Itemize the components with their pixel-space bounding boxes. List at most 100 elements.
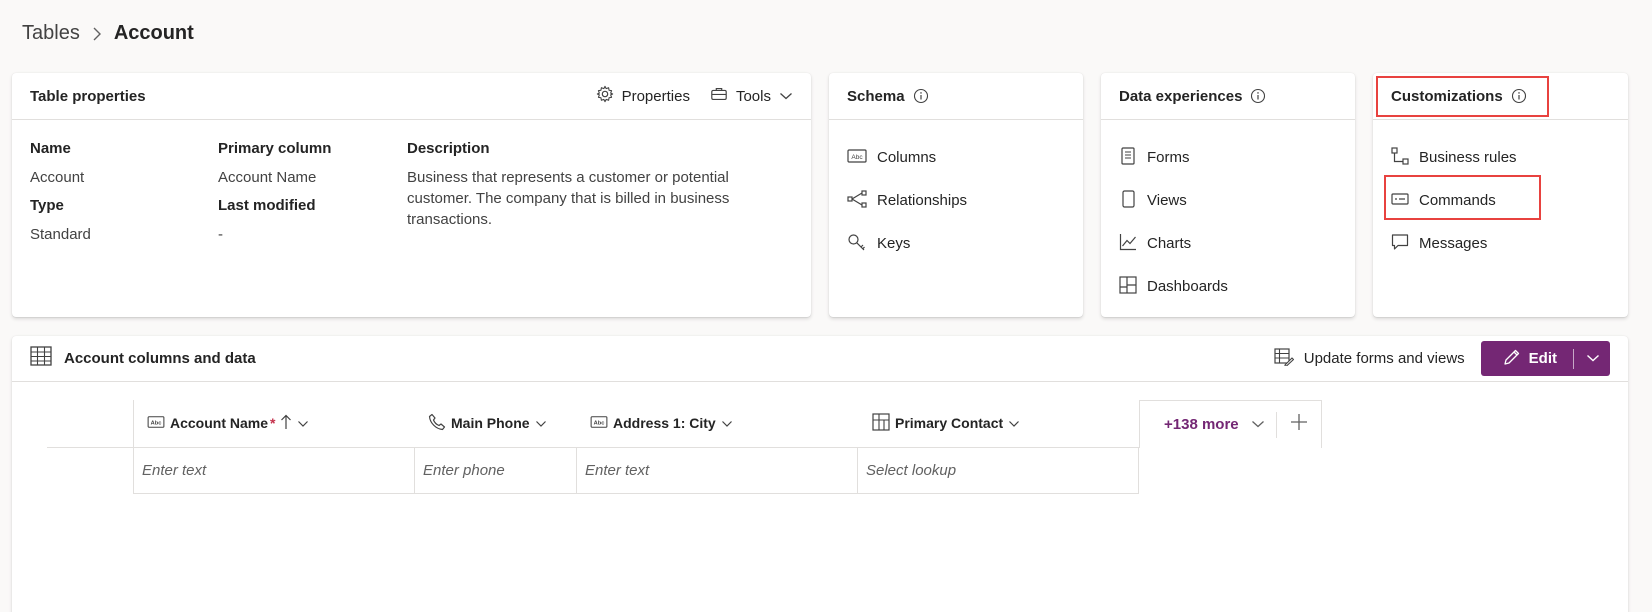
custom-item-messages[interactable]: Messages <box>1391 222 1610 265</box>
schema-item-relationships[interactable]: Relationships <box>847 179 1065 222</box>
type-label: Type <box>30 197 64 214</box>
data-section-title: Account columns and data <box>64 350 256 367</box>
lookup-icon <box>872 412 890 434</box>
data-exp-item-label: Forms <box>1147 149 1190 166</box>
data-exp-item-label: Views <box>1147 192 1187 209</box>
tools-button[interactable]: Tools <box>710 85 793 107</box>
column-header-label: Primary Contact <box>895 415 1004 431</box>
data-exp-item-label: Dashboards <box>1147 278 1228 295</box>
data-exp-item-label: Charts <box>1147 235 1192 252</box>
last-modified-label: Last modified <box>218 197 316 214</box>
breadcrumb-current: Account <box>113 22 194 44</box>
schema-card: Schema Abc Columns Relationships Keys <box>829 73 1083 317</box>
grid-col-divider <box>857 448 858 494</box>
schema-item-keys[interactable]: Keys <box>847 222 1065 265</box>
table-properties-header: Table properties Properties Tools <box>12 73 811 120</box>
description-label: Description <box>407 140 490 157</box>
primary-column-label: Primary column <box>218 140 332 157</box>
name-label: Name <box>30 140 71 157</box>
svg-text:Abc: Abc <box>851 154 863 161</box>
update-forms-views-button[interactable]: Update forms and views <box>1274 347 1465 370</box>
schema-item-columns[interactable]: Abc Columns <box>847 136 1065 179</box>
update-forms-views-label: Update forms and views <box>1303 350 1465 367</box>
data-exp-item-forms[interactable]: Forms <box>1119 136 1337 179</box>
data-exp-item-charts[interactable]: Charts <box>1119 222 1337 265</box>
grid-col-divider <box>576 448 577 494</box>
custom-item-business-rules[interactable]: Business rules <box>1391 136 1610 179</box>
custom-item-label: Business rules <box>1419 149 1517 166</box>
properties-button[interactable]: Properties <box>596 85 690 107</box>
chevron-down-icon <box>721 415 733 431</box>
relationships-icon <box>847 189 867 212</box>
breadcrumb: Tables Account <box>22 22 194 45</box>
add-column-button[interactable] <box>1277 401 1321 448</box>
more-columns-label: +138 more <box>1164 416 1239 433</box>
schema-header: Schema <box>829 73 1083 120</box>
cell-primary-contact-lookup[interactable]: Select lookup <box>866 448 1136 493</box>
gear-icon <box>596 85 614 107</box>
chevron-down-icon <box>779 88 793 105</box>
data-section-header: Account columns and data Update forms an… <box>12 336 1628 382</box>
view-icon <box>1119 189 1137 212</box>
column-header-label: Main Phone <box>451 415 530 431</box>
data-experiences-title: Data experiences <box>1119 87 1243 105</box>
pencil-icon <box>1503 348 1521 370</box>
edit-dropdown-button[interactable] <box>1574 341 1610 376</box>
grid-col-divider <box>1138 448 1139 494</box>
column-header-label: Address 1: City <box>613 415 716 431</box>
text-field-icon: Abc <box>847 148 867 168</box>
cell-main-phone-input[interactable]: Enter phone <box>423 448 573 493</box>
text-field-icon: Abc <box>147 415 165 432</box>
column-header-label: Account Name <box>170 415 269 431</box>
edit-split-button: Edit <box>1480 341 1610 376</box>
data-experiences-card: Data experiences Forms Views Charts Dash… <box>1101 73 1355 317</box>
chart-icon <box>1119 233 1137 255</box>
highlight-commands-box <box>1384 175 1541 220</box>
cell-account-name-input[interactable]: Enter text <box>142 448 412 493</box>
table-properties-card: Table properties Properties Tools Name A… <box>12 73 811 317</box>
primary-column-value: Account Name <box>218 169 317 186</box>
schema-item-label: Keys <box>877 235 911 252</box>
column-header-primary-contact[interactable]: Primary Contact <box>872 400 1020 446</box>
custom-item-label: Messages <box>1419 235 1488 252</box>
message-icon <box>1391 233 1409 255</box>
properties-label: Properties <box>621 87 690 105</box>
more-columns-box: +138 more <box>1139 400 1322 448</box>
info-icon[interactable] <box>1250 88 1266 104</box>
plus-icon <box>1289 412 1309 437</box>
toolbox-icon <box>710 85 728 107</box>
chevron-down-icon <box>297 415 309 431</box>
grid-bottom-border <box>133 493 1139 494</box>
cell-address-city-input[interactable]: Enter text <box>585 448 855 493</box>
more-columns-button[interactable]: +138 more <box>1140 416 1276 433</box>
column-header-main-phone[interactable]: Main Phone <box>428 400 547 446</box>
chevron-right-icon <box>92 26 102 42</box>
text-field-icon: Abc <box>590 415 608 432</box>
edit-button[interactable]: Edit <box>1481 341 1573 376</box>
table-grid-icon <box>30 346 52 371</box>
column-header-address-city[interactable]: Abc Address 1: City <box>590 400 733 446</box>
edit-label: Edit <box>1528 350 1557 367</box>
highlight-customizations-box <box>1376 76 1549 117</box>
dashboard-icon <box>1119 275 1137 298</box>
info-icon[interactable] <box>913 88 929 104</box>
business-rules-icon <box>1391 146 1409 169</box>
form-icon <box>1119 146 1137 169</box>
phone-icon <box>428 413 446 434</box>
data-exp-item-views[interactable]: Views <box>1119 179 1337 222</box>
column-header-account-name[interactable]: Abc Account Name * <box>147 400 309 446</box>
chevron-down-icon <box>535 415 547 431</box>
tools-label: Tools <box>735 87 771 105</box>
chevron-down-icon <box>1586 350 1600 367</box>
data-exp-item-dashboards[interactable]: Dashboards <box>1119 265 1337 308</box>
chevron-down-icon <box>1251 416 1265 433</box>
data-experiences-header: Data experiences <box>1101 73 1355 120</box>
chevron-down-icon <box>1008 415 1020 431</box>
schema-item-label: Columns <box>877 149 937 166</box>
breadcrumb-tables-link[interactable]: Tables <box>22 22 80 45</box>
svg-text:Abc: Abc <box>151 420 162 426</box>
schema-title: Schema <box>847 87 905 105</box>
grid-col-divider <box>414 448 415 494</box>
type-value: Standard <box>30 226 91 243</box>
name-value: Account <box>30 169 85 186</box>
